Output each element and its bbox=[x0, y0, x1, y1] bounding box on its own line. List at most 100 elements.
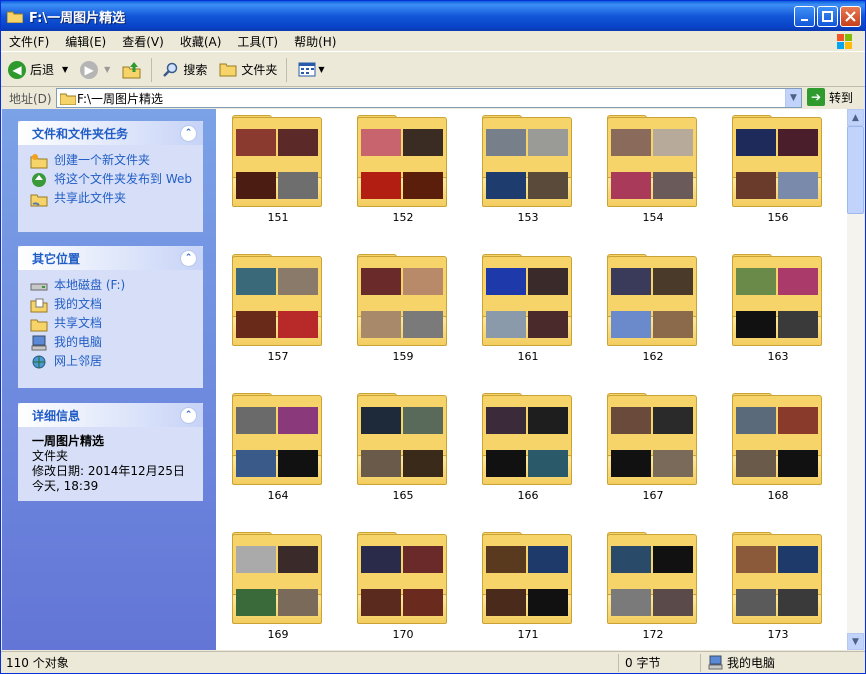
chevron-down-icon[interactable]: ▼ bbox=[62, 65, 68, 74]
folder-item[interactable]: 168 bbox=[730, 393, 826, 505]
my-computer-label: 我的电脑 bbox=[54, 335, 103, 349]
folder-item[interactable]: 154 bbox=[605, 115, 701, 227]
other-places-header[interactable]: 其它位置 ⌃ bbox=[18, 246, 203, 270]
address-input[interactable]: F:\一周图片精选 ▼ bbox=[56, 88, 802, 108]
folder-thumbnail bbox=[528, 268, 568, 295]
folder-thumbnail bbox=[736, 129, 776, 156]
globe-icon bbox=[32, 173, 46, 187]
folder-item[interactable]: 163 bbox=[730, 254, 826, 366]
folder-thumbnail bbox=[528, 311, 568, 338]
folders-label: 文件夹 bbox=[241, 63, 278, 77]
new-folder-label: 创建一个新文件夹 bbox=[54, 153, 151, 167]
shared-documents-label: 共享文档 bbox=[54, 316, 103, 330]
folder-thumbnail bbox=[403, 589, 443, 616]
folder-item[interactable]: 165 bbox=[355, 393, 451, 505]
folder-thumbnail bbox=[361, 407, 401, 434]
menu-edit[interactable]: 编辑(E) bbox=[57, 33, 114, 50]
menu-tools[interactable]: 工具(T) bbox=[229, 33, 286, 50]
folder-item[interactable]: 164 bbox=[230, 393, 326, 505]
address-bar: 地址(D) F:\一周图片精选 ▼ ➔ 转到 bbox=[1, 87, 865, 109]
folder-thumbnail bbox=[653, 450, 693, 477]
folder-item[interactable]: 151 bbox=[230, 115, 326, 227]
folder-thumbnail bbox=[236, 129, 276, 156]
back-button[interactable]: ◀ 后退 ▼ bbox=[3, 57, 73, 83]
publish-web-link[interactable]: 将这个文件夹发布到 Web bbox=[30, 172, 195, 188]
folder-item[interactable]: 162 bbox=[605, 254, 701, 366]
folder-item[interactable]: 152 bbox=[355, 115, 451, 227]
collapse-icon[interactable]: ⌃ bbox=[180, 124, 197, 142]
my-computer-link[interactable]: 我的电脑 bbox=[30, 335, 195, 351]
folder-thumbnail bbox=[403, 311, 443, 338]
folder-item[interactable]: 159 bbox=[355, 254, 451, 366]
folders-button[interactable]: 文件夹 bbox=[214, 57, 282, 83]
scroll-up-button[interactable]: ▲ bbox=[847, 109, 864, 126]
folder-thumbnail bbox=[528, 589, 568, 616]
folder-thumbnail bbox=[278, 172, 318, 199]
chevron-down-icon[interactable]: ▼ bbox=[318, 65, 324, 74]
folder-item[interactable]: 170 bbox=[355, 532, 451, 644]
folder-label: 163 bbox=[767, 350, 789, 363]
scroll-thumb[interactable] bbox=[847, 126, 864, 214]
menu-help[interactable]: 帮助(H) bbox=[286, 33, 344, 50]
folder-item[interactable]: 166 bbox=[480, 393, 576, 505]
menu-view[interactable]: 查看(V) bbox=[114, 33, 172, 50]
folder-item[interactable]: 156 bbox=[730, 115, 826, 227]
shared-documents-link[interactable]: 共享文档 bbox=[30, 316, 195, 332]
search-icon bbox=[163, 62, 178, 77]
folder-item[interactable]: 157 bbox=[230, 254, 326, 366]
folder-thumbnail bbox=[278, 407, 318, 434]
title-bar[interactable]: F:\一周图片精选 bbox=[1, 1, 865, 31]
network-places-link[interactable]: 网上邻居 bbox=[30, 354, 195, 370]
views-icon bbox=[298, 62, 316, 77]
new-folder-link[interactable]: 创建一个新文件夹 bbox=[30, 153, 195, 169]
up-folder-button[interactable] bbox=[117, 57, 147, 83]
folder-thumbnail bbox=[403, 546, 443, 573]
close-button[interactable] bbox=[840, 6, 861, 27]
go-label: 转到 bbox=[829, 90, 854, 105]
go-button[interactable]: ➔ 转到 bbox=[807, 88, 853, 106]
file-tasks-header[interactable]: 文件和文件夹任务 ⌃ bbox=[18, 121, 203, 145]
folder-item[interactable]: 153 bbox=[480, 115, 576, 227]
local-disk-link[interactable]: 本地磁盘 (F:) bbox=[30, 278, 195, 294]
share-folder-link[interactable]: 共享此文件夹 bbox=[30, 191, 195, 207]
folder-label: 169 bbox=[267, 628, 289, 641]
folder-thumbnail bbox=[611, 450, 651, 477]
vertical-scrollbar[interactable]: ▲ ▼ bbox=[847, 109, 864, 650]
folder-item[interactable]: 161 bbox=[480, 254, 576, 366]
forward-button[interactable]: ▶ ▼ bbox=[75, 57, 115, 83]
folder-item[interactable]: 167 bbox=[605, 393, 701, 505]
folder-item[interactable]: 173 bbox=[730, 532, 826, 644]
search-button[interactable]: 搜索 bbox=[158, 57, 212, 83]
views-button[interactable]: ▼ bbox=[293, 57, 329, 83]
my-documents-link[interactable]: 我的文档 bbox=[30, 297, 195, 313]
address-dropdown-button[interactable]: ▼ bbox=[785, 89, 801, 107]
status-size: 0 字节 bbox=[619, 653, 701, 672]
minimize-button[interactable] bbox=[794, 6, 815, 27]
scroll-down-button[interactable]: ▼ bbox=[847, 633, 864, 650]
search-label: 搜索 bbox=[183, 63, 208, 77]
windows-logo-icon bbox=[831, 31, 859, 52]
folder-thumbnail bbox=[236, 172, 276, 199]
share-folder-label: 共享此文件夹 bbox=[54, 191, 127, 205]
collapse-icon[interactable]: ⌃ bbox=[180, 249, 197, 267]
status-location: 我的电脑 bbox=[727, 656, 776, 670]
collapse-icon[interactable]: ⌃ bbox=[180, 406, 197, 424]
maximize-button[interactable] bbox=[817, 6, 838, 27]
details-time: 今天, 18:39 bbox=[32, 479, 99, 493]
folder-thumbnail bbox=[528, 172, 568, 199]
menu-file[interactable]: 文件(F) bbox=[1, 33, 57, 50]
details-modified: 修改日期: 2014年12月25日 bbox=[32, 464, 185, 478]
details-header[interactable]: 详细信息 ⌃ bbox=[18, 403, 203, 427]
folder-icon bbox=[6, 10, 24, 23]
folder-label: 172 bbox=[642, 628, 664, 641]
folder-item[interactable]: 172 bbox=[605, 532, 701, 644]
toolbar-separator bbox=[286, 57, 288, 82]
menu-favorites[interactable]: 收藏(A) bbox=[172, 33, 230, 50]
folder-thumbnail bbox=[736, 450, 776, 477]
new-folder-icon bbox=[30, 154, 48, 169]
folder-thumbnail bbox=[611, 311, 651, 338]
folder-item[interactable]: 171 bbox=[480, 532, 576, 644]
chevron-down-icon[interactable]: ▼ bbox=[104, 65, 110, 74]
other-places-panel: 其它位置 ⌃ 本地磁盘 (F:) 我的文档 共享文档 我的电脑 网上邻居 bbox=[18, 246, 203, 388]
folder-item[interactable]: 169 bbox=[230, 532, 326, 644]
